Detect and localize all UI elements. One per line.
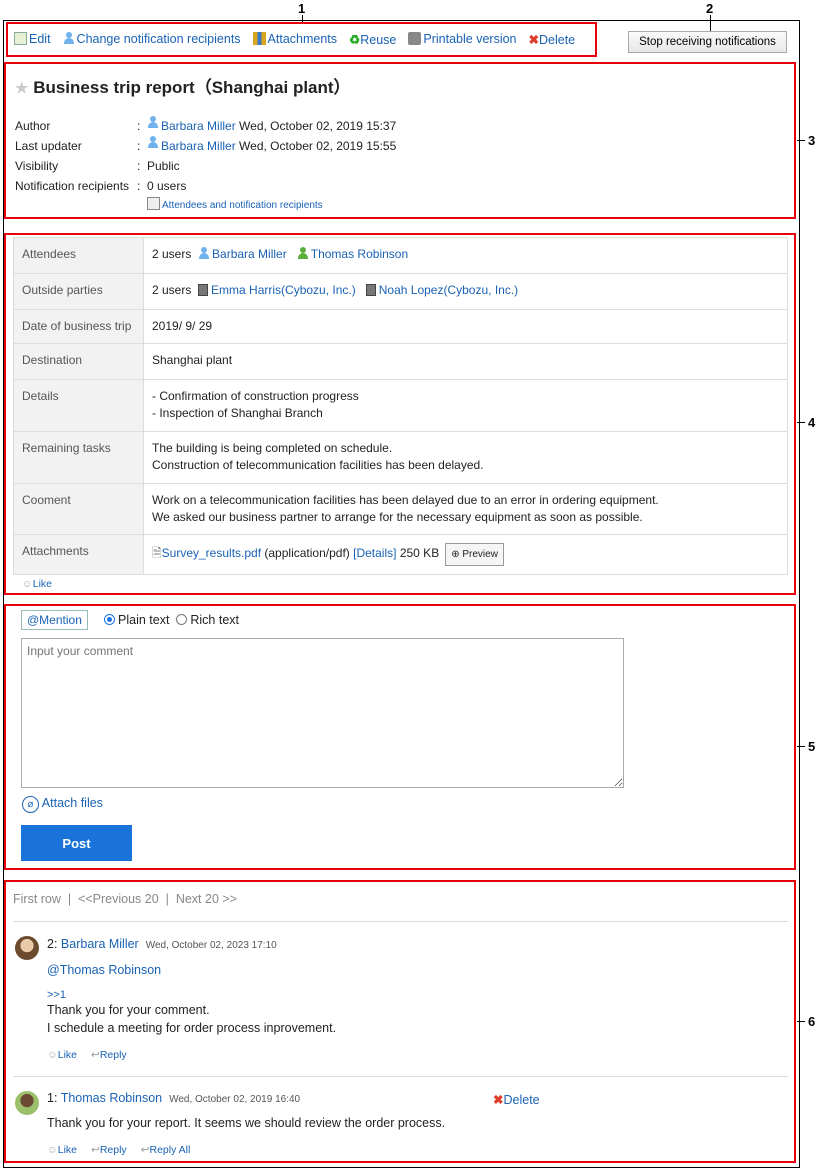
- previous-link[interactable]: <<Previous 20: [78, 892, 159, 906]
- comment-author-link[interactable]: Thomas Robinson: [61, 1091, 162, 1105]
- first-row-link[interactable]: First row: [13, 892, 61, 906]
- like-link[interactable]: ☺Like: [47, 1049, 77, 1061]
- details-table: Attendees 2 users Barbara Miller Thomas R…: [13, 237, 788, 575]
- attendees-recipients-link[interactable]: Attendees and notification recipients: [147, 196, 323, 216]
- table-row: Attachments 🗎Survey_results.pdf (applicat…: [13, 534, 788, 575]
- contact-link[interactable]: Emma Harris(Cybozu, Inc.): [211, 283, 356, 297]
- zoom-icon: ⊕: [451, 549, 460, 560]
- callout-2: 2: [706, 1, 714, 16]
- address-book-icon: [198, 284, 209, 296]
- comment-author-link[interactable]: Barbara Miller: [61, 937, 139, 951]
- table-row: Remaining tasks The building is being com…: [13, 431, 788, 484]
- reply-link[interactable]: ↩Reply: [91, 1049, 127, 1061]
- reuse-link[interactable]: ♻Reuse: [349, 32, 396, 47]
- edit-link[interactable]: Edit: [14, 32, 51, 47]
- reply-link[interactable]: ↩Reply: [91, 1144, 127, 1156]
- table-row: Outside parties 2 users Emma Harris(Cyboz…: [13, 273, 788, 310]
- preview-button[interactable]: ⊕ Preview: [445, 543, 504, 566]
- file-icon: 🗎: [152, 546, 162, 560]
- user-link[interactable]: Thomas Robinson: [311, 247, 408, 261]
- change-recipients-link[interactable]: Change notification recipients: [63, 32, 241, 47]
- user-icon: [147, 116, 159, 129]
- user-icon: [147, 136, 159, 149]
- delete-x-icon: ✖: [493, 1093, 504, 1107]
- file-link[interactable]: Survey_results.pdf: [162, 546, 261, 560]
- updater-link[interactable]: Barbara Miller: [161, 136, 236, 156]
- reply-all-link[interactable]: ↩Reply All: [141, 1144, 191, 1156]
- printable-link[interactable]: Printable version: [408, 32, 517, 47]
- callout-6: 6: [808, 1014, 816, 1029]
- mention-link[interactable]: @Thomas Robinson: [47, 963, 161, 977]
- author-link[interactable]: Barbara Miller: [161, 116, 236, 136]
- edit-icon: [14, 32, 27, 45]
- avatar[interactable]: [15, 936, 39, 960]
- comment-item: 1: Thomas Robinson Wed, October 02, 2019…: [47, 1091, 540, 1156]
- table-row: Attendees 2 users Barbara Miller Thomas R…: [13, 237, 788, 274]
- table-row: Details - Confirmation of construction pr…: [13, 379, 788, 432]
- rich-text-radio[interactable]: Rich text: [176, 613, 239, 627]
- user-link[interactable]: Barbara Miller: [212, 247, 287, 261]
- user-icon: [63, 32, 75, 45]
- user-icon: [198, 247, 210, 260]
- delete-link[interactable]: ✖Delete: [529, 32, 576, 47]
- callout-5: 5: [808, 739, 816, 754]
- contact-link[interactable]: Noah Lopez(Cybozu, Inc.): [379, 283, 518, 297]
- callout-3: 3: [808, 133, 816, 148]
- reply-ref-link[interactable]: >>1: [47, 989, 66, 1001]
- table-row: Destination Shanghai plant: [13, 343, 788, 380]
- next-link[interactable]: Next 20 >>: [176, 892, 237, 906]
- pagination: First row | <<Previous 20 | Next 20 >>: [13, 892, 237, 906]
- like-link[interactable]: ☺Like: [47, 1144, 77, 1156]
- star-icon[interactable]: ★: [15, 80, 28, 97]
- post-button[interactable]: Post: [21, 825, 132, 861]
- avatar[interactable]: [15, 1091, 39, 1115]
- smiley-icon: ☺: [22, 578, 33, 590]
- page-title: ★ Business trip report（Shanghai plant）: [15, 78, 351, 97]
- toolbar: Edit Change notification recipients Atta…: [14, 32, 575, 47]
- meta-info: Author: Barbara Miller Wed, October 02, 2…: [15, 116, 396, 216]
- file-details-link[interactable]: [Details]: [353, 546, 396, 560]
- stop-notifications-button[interactable]: Stop receiving notifications: [628, 31, 787, 53]
- attachments-icon: [252, 32, 266, 45]
- callout-1: 1: [298, 1, 306, 16]
- attachments-link[interactable]: Attachments: [252, 32, 337, 47]
- table-row: Date of business trip 2019/ 9/ 29: [13, 309, 788, 344]
- like-link[interactable]: ☺Like: [22, 578, 52, 590]
- delete-comment-link[interactable]: ✖Delete: [493, 1092, 540, 1107]
- user-icon: [297, 247, 309, 260]
- address-book-icon: [365, 284, 376, 296]
- magnifier-icon: [147, 197, 160, 210]
- delete-x-icon: ✖: [528, 33, 539, 47]
- callout-4: 4: [808, 415, 816, 430]
- comment-item: 2: Barbara Miller Wed, October 02, 2023 …: [47, 937, 337, 1061]
- printer-icon: [408, 32, 422, 45]
- attach-files-link[interactable]: ⌀ Attach files: [22, 796, 103, 813]
- plain-text-radio[interactable]: Plain text: [104, 613, 169, 627]
- recycle-icon: ♻: [349, 33, 361, 47]
- comment-input[interactable]: [21, 638, 624, 788]
- table-row: Cooment Work on a telecommunication facil…: [13, 483, 788, 535]
- paperclip-icon: ⌀: [22, 796, 39, 813]
- format-options: Plain text Rich text: [104, 613, 239, 627]
- mention-button[interactable]: @Mention: [21, 610, 88, 630]
